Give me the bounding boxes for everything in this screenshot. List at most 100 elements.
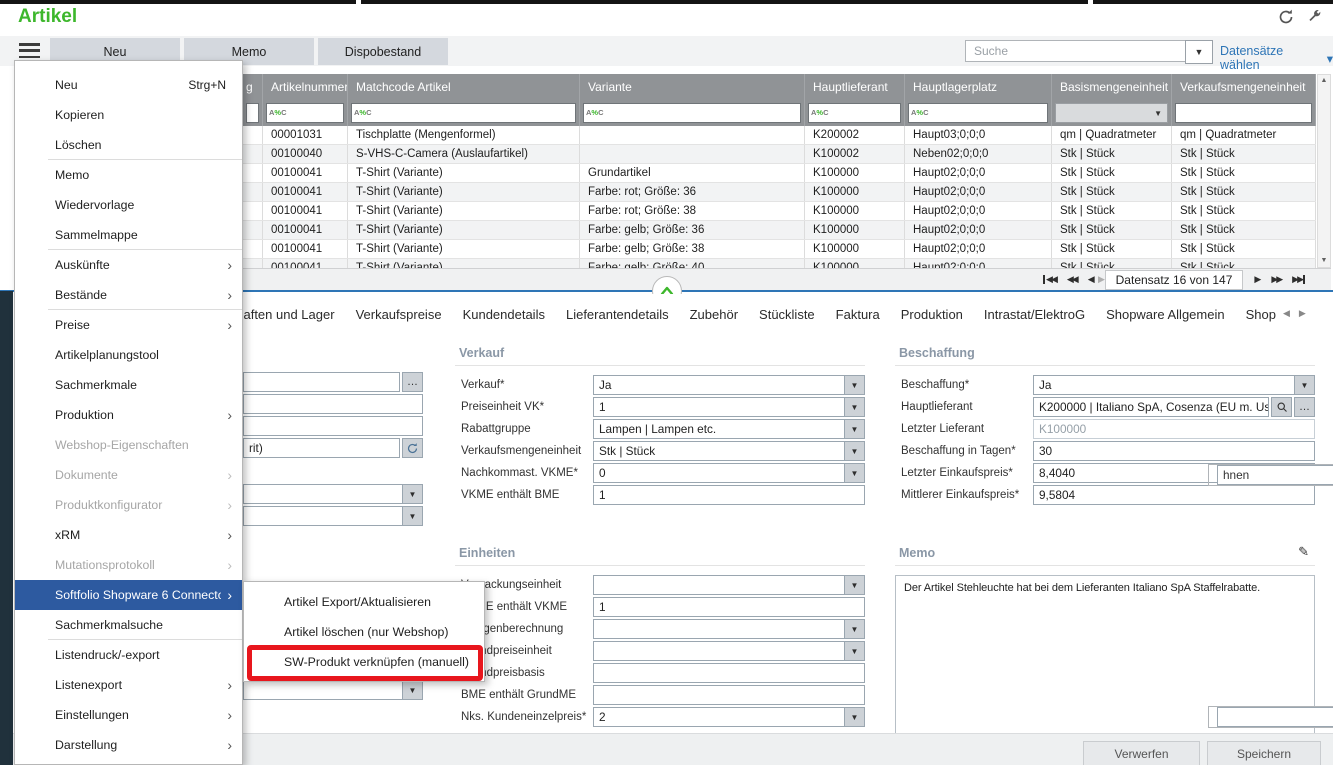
column-header-hauptlieferant[interactable]: Hauptlieferant: [805, 74, 905, 100]
table-row[interactable]: 00100041 T-Shirt (Variante) Farbe: gelb;…: [243, 240, 1316, 259]
menu-item[interactable]: Artikelplanungstool: [15, 340, 242, 370]
detail-tab[interactable]: Produktion: [901, 307, 963, 322]
field-input[interactable]: [243, 484, 403, 504]
tabs-scroll-right-icon[interactable]: ▶: [1299, 308, 1306, 319]
menu-item[interactable]: Neu Strg+N: [15, 70, 242, 100]
column-header-artikelnummer[interactable]: Artikelnummer: [263, 74, 348, 100]
field-input[interactable]: [243, 680, 403, 700]
dropdown-arrow-button[interactable]: ▼: [844, 575, 865, 595]
menu-item[interactable]: Preise ›: [15, 310, 242, 340]
dropdown-arrow-button[interactable]: ▼: [844, 463, 865, 483]
dropdown-arrow-button[interactable]: ▼: [844, 397, 865, 417]
field-input[interactable]: 2: [593, 707, 845, 727]
save-button[interactable]: Speichern: [1207, 741, 1321, 765]
menu-item[interactable]: Sammelmappe: [15, 220, 242, 250]
submenu-item[interactable]: SW-Produkt verknüpfen (manuell): [244, 647, 484, 677]
field-input[interactable]: hnen: [1217, 465, 1333, 485]
field-input[interactable]: [593, 619, 845, 639]
menu-item[interactable]: Einstellungen ›: [15, 700, 242, 730]
submenu-item[interactable]: Artikel löschen (nur Webshop): [244, 617, 484, 647]
field-input[interactable]: 1: [593, 485, 865, 505]
field-input[interactable]: [243, 506, 403, 526]
menu-item[interactable]: Softfolio Shopware 6 Connector ›: [15, 580, 242, 610]
menu-item[interactable]: Bestände ›: [15, 280, 242, 310]
table-row[interactable]: 00100041 T-Shirt (Variante) Farbe: gelb;…: [243, 221, 1316, 240]
menu-item[interactable]: Dokumente ›: [15, 460, 242, 490]
table-row[interactable]: 00100041 T-Shirt (Variante) Farbe: rot; …: [243, 183, 1316, 202]
filter-input-hauptlagerplatz[interactable]: [930, 105, 1047, 121]
dropdown-arrow-button[interactable]: ▼: [844, 441, 865, 461]
dropdown-arrow-button[interactable]: ▼: [844, 619, 865, 639]
filter-input[interactable]: [247, 105, 258, 121]
filter-input-variante[interactable]: [605, 105, 800, 121]
field-input[interactable]: 1: [593, 397, 845, 417]
column-header-variante[interactable]: Variante: [580, 74, 805, 100]
hscroll-right-icon[interactable]: ▶: [1098, 274, 1105, 285]
field-input[interactable]: K200000 | Italiano SpA, Cosenza (EU m. U…: [1033, 397, 1269, 417]
field-input[interactable]: [243, 372, 400, 392]
column-header-basismengeneinheit[interactable]: Basismengeneinheit: [1052, 74, 1172, 100]
field-input[interactable]: Stk | Stück: [593, 441, 845, 461]
fast-next-button[interactable]: ▶▶: [1271, 274, 1281, 285]
menu-item[interactable]: Produktkonfigurator ›: [15, 490, 242, 520]
field-input[interactable]: [593, 641, 845, 661]
dropdown-arrow-button[interactable]: ▼: [844, 419, 865, 439]
detail-tab[interactable]: Intrastat/ElektroG: [984, 307, 1085, 322]
records-select-link[interactable]: Datensätze wählen ▾: [1220, 44, 1333, 72]
table-row[interactable]: 00100041 T-Shirt (Variante) Farbe: gelb;…: [243, 259, 1316, 268]
menu-item[interactable]: Produktion ›: [15, 400, 242, 430]
field-input[interactable]: [593, 575, 845, 595]
dropdown-arrow-button[interactable]: ▼: [402, 680, 423, 700]
field-input[interactable]: K100000: [1033, 419, 1315, 439]
dropdown-arrow-button[interactable]: ▼: [844, 375, 865, 395]
menu-item[interactable]: Darstellung ›: [15, 730, 242, 760]
menu-item[interactable]: Sachmerkmale: [15, 370, 242, 400]
column-header-verkaufsmengeneinheit[interactable]: Verkaufsmengeneinheit: [1172, 74, 1316, 100]
scroll-down-icon[interactable]: ▼: [1318, 255, 1330, 267]
detail-tab[interactable]: Stückliste: [759, 307, 815, 322]
refresh-icon[interactable]: [1277, 8, 1295, 26]
hamburger-menu-icon[interactable]: [19, 43, 40, 58]
filter-input-matchcode[interactable]: [373, 105, 575, 121]
menu-item[interactable]: Auskünfte ›: [15, 250, 242, 280]
dropdown-arrow-button[interactable]: ▼: [402, 506, 423, 526]
search-dropdown-button[interactable]: ▼: [1185, 40, 1213, 64]
field-input[interactable]: rit): [243, 438, 400, 458]
scroll-up-icon[interactable]: ▲: [1318, 75, 1330, 87]
detail-tab[interactable]: Shop: [1246, 307, 1276, 322]
field-input[interactable]: Ja: [593, 375, 845, 395]
more-options-button[interactable]: …: [402, 372, 423, 392]
menu-item[interactable]: Memo: [15, 160, 242, 190]
table-row[interactable]: 00100041 T-Shirt (Variante) Grundartikel…: [243, 164, 1316, 183]
menu-item[interactable]: Listendruck/-export: [15, 640, 242, 670]
first-record-button[interactable]: ◀◀: [1043, 274, 1056, 285]
detail-tab[interactable]: Kundendetails: [463, 307, 545, 322]
table-row[interactable]: 00100040 S-VHS-C-Camera (Auslaufartikel)…: [243, 145, 1316, 164]
detail-tab[interactable]: Lieferantendetails: [566, 307, 669, 322]
field-input[interactable]: [243, 394, 423, 414]
field-input[interactable]: 1: [593, 597, 865, 617]
menu-item[interactable]: Kopieren: [15, 100, 242, 130]
filter-input-hauptlieferant[interactable]: [830, 105, 900, 121]
field-input[interactable]: Lampen | Lampen etc.: [593, 419, 845, 439]
submenu-item[interactable]: Artikel Export/Aktualisieren: [244, 587, 484, 617]
menu-item[interactable]: xRM ›: [15, 520, 242, 550]
edit-pencil-icon[interactable]: ✎: [1298, 544, 1309, 560]
field-input[interactable]: 0: [593, 463, 845, 483]
dropdown-arrow-button[interactable]: ▼: [844, 641, 865, 661]
field-input[interactable]: Ja: [1033, 375, 1295, 395]
table-scrollbar[interactable]: ▲ ▼: [1317, 74, 1331, 268]
toolbar-button[interactable]: Dispobestand: [318, 38, 448, 65]
menu-item[interactable]: Mutationsprotokoll ›: [15, 550, 242, 580]
detail-tab[interactable]: Faktura: [836, 307, 880, 322]
more-options-button[interactable]: …: [1294, 397, 1315, 417]
filter-dropdown-bme[interactable]: ▼: [1055, 103, 1168, 123]
fast-prev-button[interactable]: ◀◀: [1067, 274, 1077, 285]
table-row[interactable]: 00100041 T-Shirt (Variante) Farbe: rot; …: [243, 202, 1316, 221]
prev-record-button[interactable]: ◀: [1088, 274, 1094, 285]
filter-input-artikelnummer[interactable]: [288, 105, 343, 121]
menu-item[interactable]: Listenexport ›: [15, 670, 242, 700]
refresh-button[interactable]: [402, 438, 423, 458]
column-header-matchcode[interactable]: Matchcode Artikel: [348, 74, 580, 100]
detail-tab[interactable]: Verkaufspreise: [356, 307, 442, 322]
